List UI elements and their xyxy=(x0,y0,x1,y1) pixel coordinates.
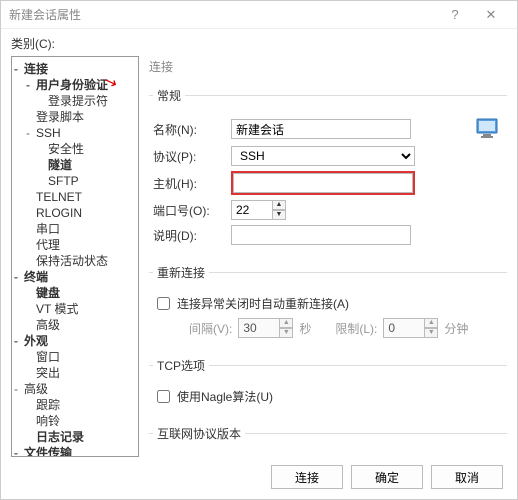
limit-input xyxy=(383,318,425,338)
limit-label: 限制(L): xyxy=(335,320,377,337)
tree-item[interactable]: 日志记录 xyxy=(14,429,136,445)
interval-input xyxy=(238,318,280,338)
ipver-legend: 互联网协议版本 xyxy=(153,425,245,442)
connect-button[interactable]: 连接 xyxy=(271,465,343,489)
reconnect-checkbox-label[interactable]: 连接异常关闭时自动重新连接(A) xyxy=(153,294,349,313)
tree-item[interactable]: 窗口 xyxy=(14,349,136,365)
host-label: 主机(H): xyxy=(153,175,231,192)
tree-item[interactable]: 高级 xyxy=(14,317,136,333)
dialog-window: 新建会话属性 ? ✕ 类别(C): ↘ -连接-用户身份验证登录提示符登录脚本-… xyxy=(0,0,518,500)
ok-button[interactable]: 确定 xyxy=(351,465,423,489)
port-spinner[interactable]: ▲▼ xyxy=(231,200,286,220)
tcp-legend: TCP选项 xyxy=(153,357,209,374)
tree-item[interactable]: -文件传输 xyxy=(14,445,136,457)
general-group: 常规 名称(N): 协议(P): SSH 主机(H): xyxy=(149,87,507,256)
category-label: 类别(C): xyxy=(11,35,507,52)
tree-item[interactable]: -终端 xyxy=(14,269,136,285)
name-label: 名称(N): xyxy=(153,121,231,138)
general-legend: 常规 xyxy=(153,87,185,104)
session-icon xyxy=(475,117,503,141)
port-input[interactable] xyxy=(231,200,273,220)
reconnect-legend: 重新连接 xyxy=(153,264,209,281)
tree-item[interactable]: VT 模式 xyxy=(14,301,136,317)
tree-item[interactable]: 隧道 xyxy=(14,157,136,173)
help-button[interactable]: ? xyxy=(437,7,473,22)
tree-item[interactable]: 登录提示符 xyxy=(14,93,136,109)
name-input[interactable] xyxy=(231,119,411,139)
tree-item[interactable]: 代理 xyxy=(14,237,136,253)
titlebar: 新建会话属性 ? ✕ xyxy=(1,1,517,29)
desc-label: 说明(D): xyxy=(153,227,231,244)
tree-item[interactable]: -外观 xyxy=(14,333,136,349)
close-button[interactable]: ✕ xyxy=(473,7,509,23)
tree-item[interactable]: -SSH xyxy=(14,125,136,141)
category-tree[interactable]: ↘ -连接-用户身份验证登录提示符登录脚本-SSH安全性隧道SFTPTELNET… xyxy=(11,56,139,457)
tcp-group: TCP选项 使用Nagle算法(U) xyxy=(149,357,507,417)
limit-unit: 分钟 xyxy=(444,320,468,337)
panel-title: 连接 xyxy=(149,56,507,81)
tree-item[interactable]: -高级 xyxy=(14,381,136,397)
port-up[interactable]: ▲ xyxy=(272,200,286,210)
nagle-checkbox[interactable] xyxy=(157,390,170,403)
window-title: 新建会话属性 xyxy=(9,6,437,23)
tree-item[interactable]: 串口 xyxy=(14,221,136,237)
ipver-group: 互联网协议版本 自动 IPv4 IPv6 xyxy=(149,425,507,457)
protocol-select[interactable]: SSH xyxy=(231,146,415,166)
tree-item[interactable]: 跟踪 xyxy=(14,397,136,413)
reconnect-group: 重新连接 连接异常关闭时自动重新连接(A) 间隔(V): ▲▼ 秒 限制(L):… xyxy=(149,264,507,349)
dialog-footer: 连接 确定 取消 xyxy=(11,457,507,489)
tree-item[interactable]: SFTP xyxy=(14,173,136,189)
tree-item[interactable]: 突出 xyxy=(14,365,136,381)
settings-panel: 连接 常规 名称(N): 协议(P): SSH 主机(H): xyxy=(149,56,507,457)
reconnect-checkbox[interactable] xyxy=(157,297,170,310)
interval-unit: 秒 xyxy=(299,320,311,337)
tree-item[interactable]: 登录脚本 xyxy=(14,109,136,125)
tree-item[interactable]: RLOGIN xyxy=(14,205,136,221)
port-down[interactable]: ▼ xyxy=(272,210,286,220)
nagle-checkbox-label[interactable]: 使用Nagle算法(U) xyxy=(153,387,273,406)
cancel-button[interactable]: 取消 xyxy=(431,465,503,489)
host-input[interactable] xyxy=(233,173,413,193)
tree-item[interactable]: -用户身份验证 xyxy=(14,77,136,93)
interval-spinner: ▲▼ xyxy=(238,318,293,338)
interval-label: 间隔(V): xyxy=(189,320,232,337)
tree-item[interactable]: 安全性 xyxy=(14,141,136,157)
tree-item[interactable]: TELNET xyxy=(14,189,136,205)
protocol-label: 协议(P): xyxy=(153,148,231,165)
host-highlight xyxy=(231,171,415,195)
tree-item[interactable]: 保持活动状态 xyxy=(14,253,136,269)
port-label: 端口号(O): xyxy=(153,202,231,219)
tree-item[interactable]: -连接 xyxy=(14,61,136,77)
limit-spinner: ▲▼ xyxy=(383,318,438,338)
tree-item[interactable]: 键盘 xyxy=(14,285,136,301)
desc-input[interactable] xyxy=(231,225,411,245)
tree-item[interactable]: 响铃 xyxy=(14,413,136,429)
